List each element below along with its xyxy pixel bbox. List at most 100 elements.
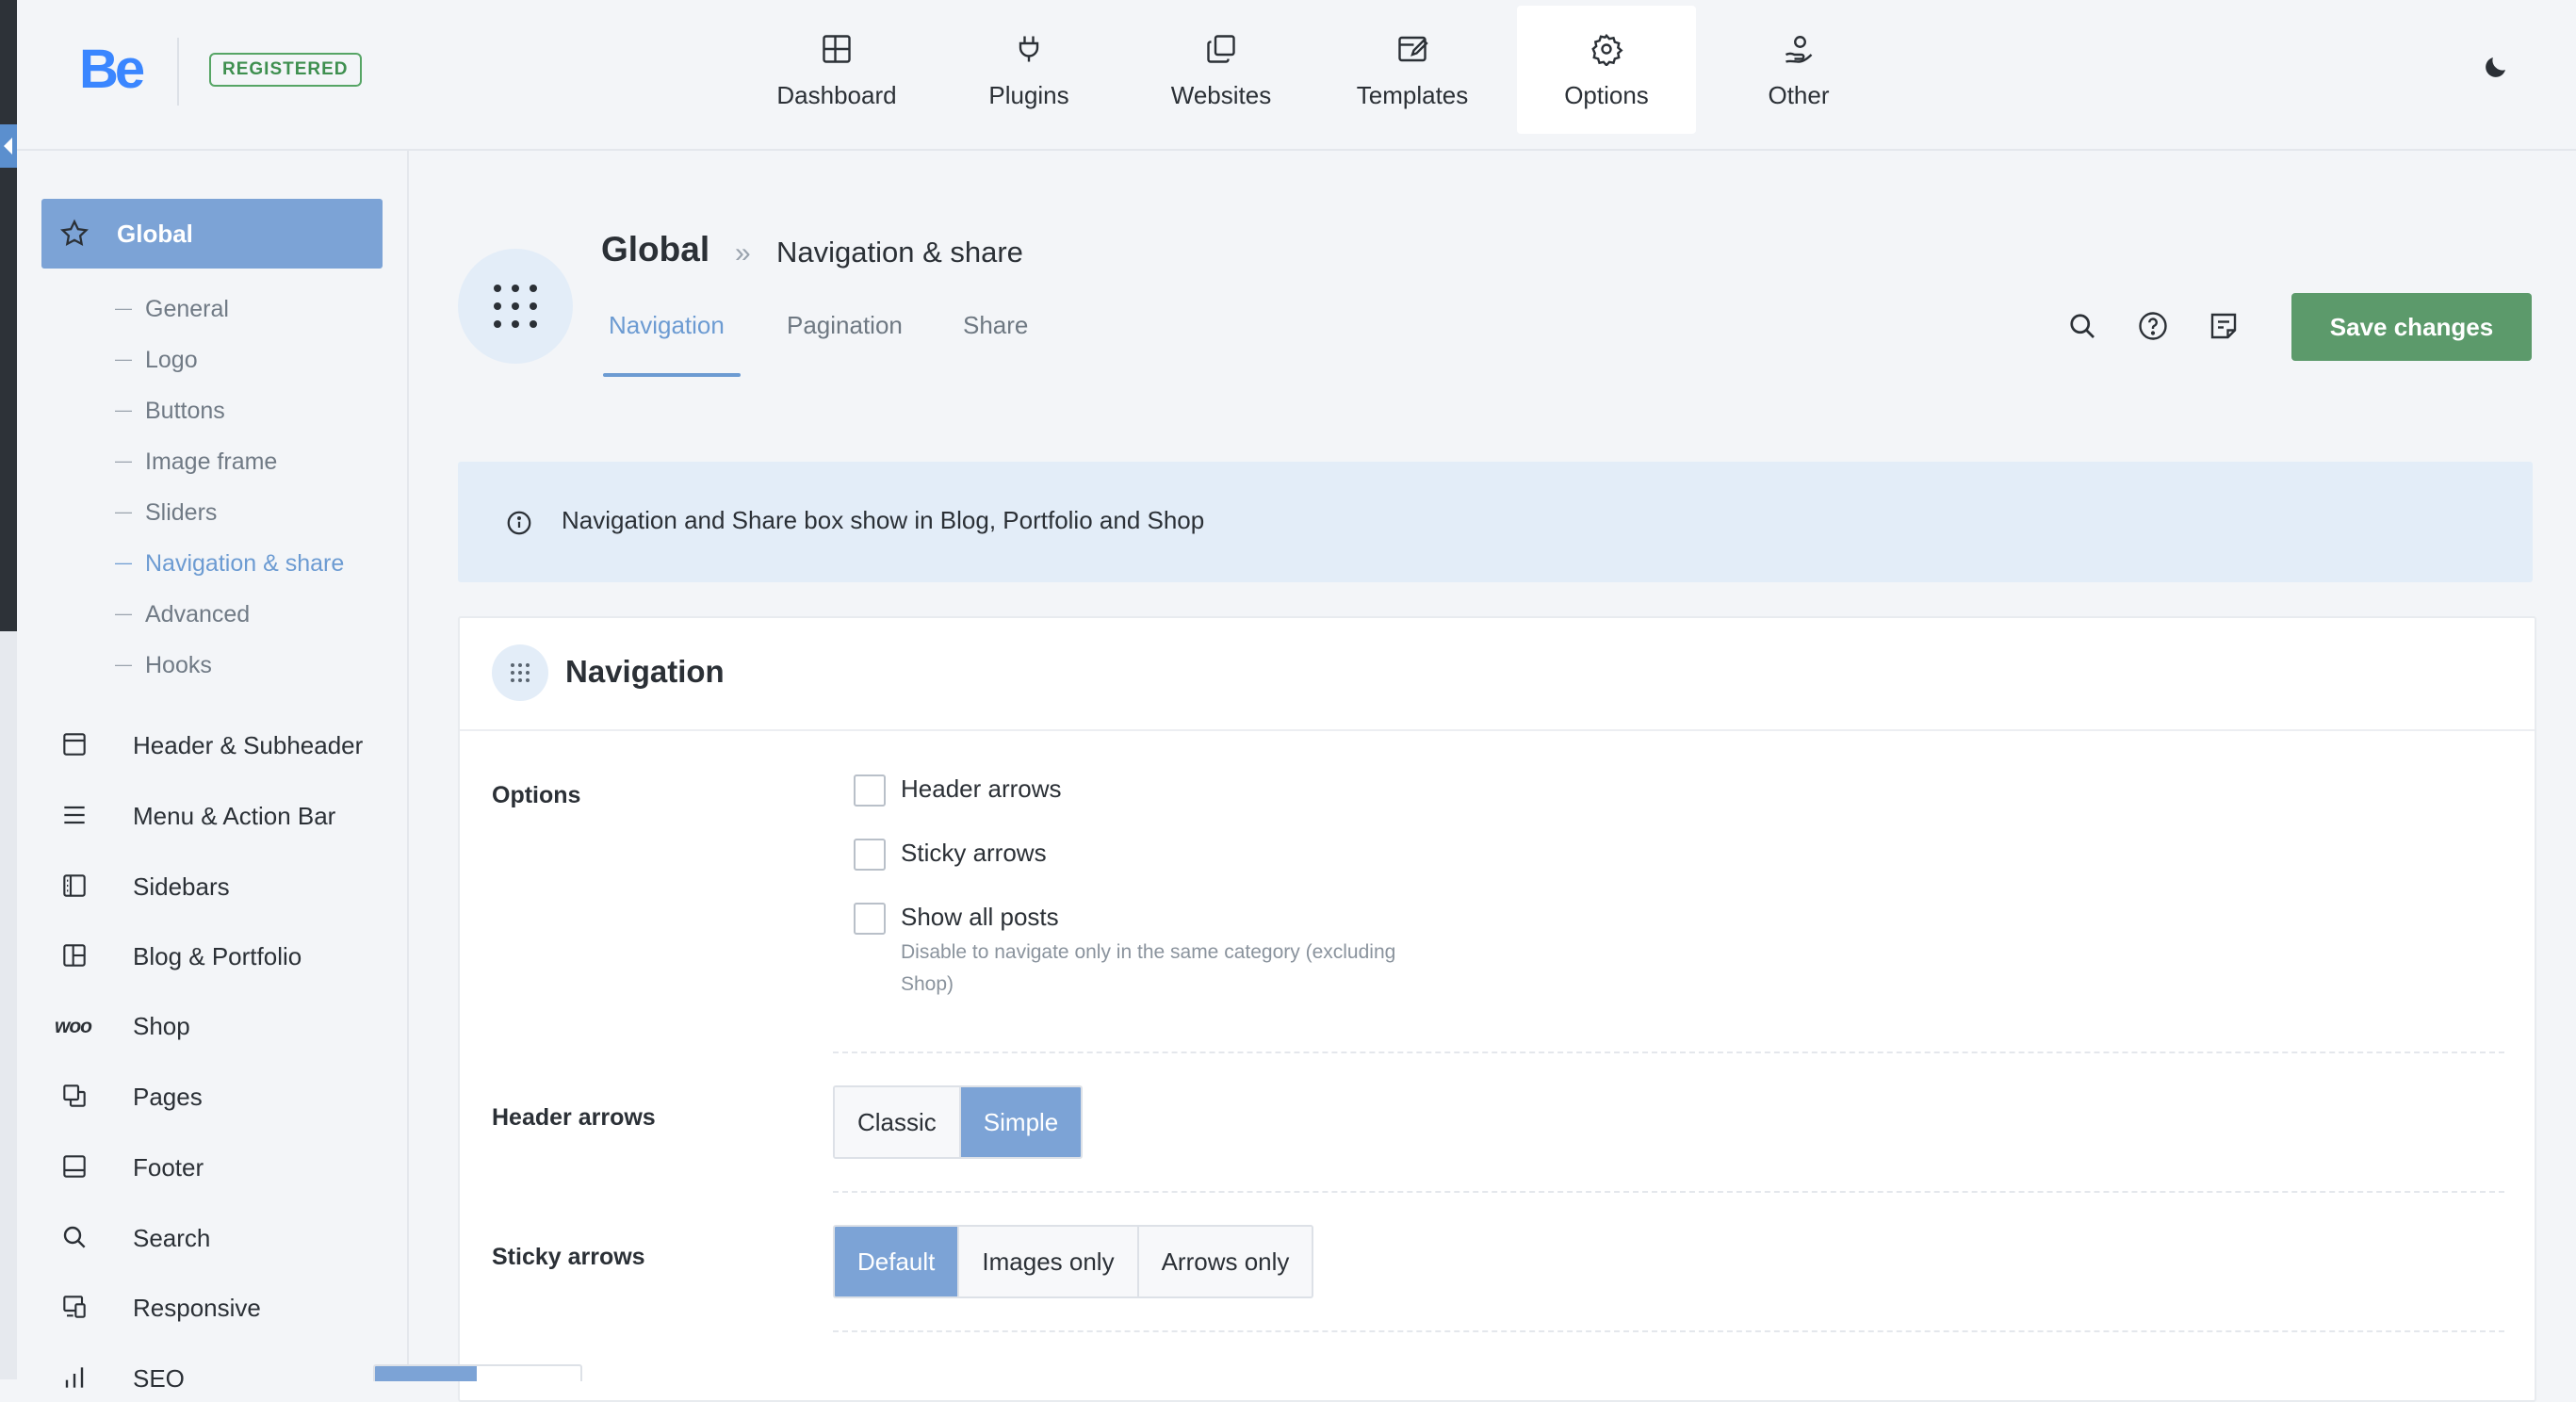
sidebar-item-responsive[interactable]: Responsive xyxy=(58,1288,398,1326)
nav-label: Websites xyxy=(1170,81,1272,109)
registered-badge: REGISTERED xyxy=(209,53,362,87)
sub-item-navigation-share[interactable]: Navigation & share xyxy=(115,550,344,578)
nav-label: Dashboard xyxy=(776,81,897,109)
search-icon xyxy=(63,1226,86,1248)
sub-item-buttons[interactable]: Buttons xyxy=(115,398,225,425)
templates-icon xyxy=(1398,36,1428,62)
nav-label: Plugins xyxy=(988,81,1069,109)
sidebar-item-search[interactable]: Search xyxy=(58,1218,398,1256)
help-icon[interactable] xyxy=(2136,309,2170,343)
navigation-card: Navigation Options Header arrows Sticky … xyxy=(458,616,2536,1402)
pages-icon xyxy=(63,1084,86,1107)
nav-websites[interactable]: Websites xyxy=(1132,6,1311,134)
option-images-only[interactable]: Images only xyxy=(959,1227,1139,1296)
top-bar: Be REGISTERED Dashboard Plugins Websites… xyxy=(17,0,2576,151)
nav-label: Other xyxy=(1768,81,1830,109)
sidebar-item-sidebars[interactable]: Sidebars xyxy=(58,867,398,905)
sidebar-item-label: Header & Subheader xyxy=(133,731,364,759)
sidebar-item-menu-action-bar[interactable]: Menu & Action Bar xyxy=(58,796,398,834)
sidebar-item-label: Search xyxy=(133,1224,211,1252)
header-arrows-checkbox[interactable] xyxy=(854,774,886,807)
sidebar-item-blog-portfolio[interactable]: Blog & Portfolio xyxy=(58,937,398,974)
hand-user-icon xyxy=(1785,36,1813,63)
window-edge xyxy=(0,0,17,1379)
option-simple[interactable]: Simple xyxy=(960,1087,1082,1157)
tab-share[interactable]: Share xyxy=(963,311,1028,340)
sub-item-advanced[interactable]: Advanced xyxy=(115,601,250,628)
option-classic[interactable]: Classic xyxy=(835,1087,961,1157)
blog-icon xyxy=(63,944,86,967)
sidebar-item-label: Pages xyxy=(133,1083,203,1111)
options-label: Options xyxy=(492,782,581,808)
card-title: Navigation xyxy=(565,654,725,689)
sidebar-item-label: Shop xyxy=(133,1012,190,1040)
header-arrows-label: Header arrows xyxy=(492,1104,656,1131)
tab-navigation[interactable]: Navigation xyxy=(609,311,725,340)
breadcrumb-parent[interactable]: Global xyxy=(601,230,709,269)
header-icon xyxy=(63,733,86,756)
row-divider xyxy=(833,1330,2504,1332)
dashboard-icon xyxy=(823,35,851,63)
card-header: Navigation xyxy=(460,618,2535,731)
sub-item-sliders[interactable]: Sliders xyxy=(115,499,217,527)
sidebar-item-pages[interactable]: Pages xyxy=(58,1077,398,1115)
search-icon[interactable] xyxy=(2065,309,2099,343)
collapse-toggle[interactable] xyxy=(0,124,17,168)
sidebar-item-header-subheader[interactable]: Header & Subheader xyxy=(58,725,398,763)
section-icon xyxy=(458,249,573,364)
dark-mode-icon[interactable] xyxy=(2482,53,2510,81)
nav-label: Options xyxy=(1564,81,1649,109)
sidebar-item-label: Footer xyxy=(133,1153,204,1182)
nav-options[interactable]: Options xyxy=(1517,6,1696,134)
option-arrows-only[interactable]: Arrows only xyxy=(1138,1227,1312,1296)
nav-dashboard[interactable]: Dashboard xyxy=(747,6,926,134)
breadcrumb-current: Navigation & share xyxy=(776,236,1023,269)
info-icon xyxy=(507,511,531,535)
info-banner: Navigation and Share box show in Blog, P… xyxy=(458,462,2533,582)
nav-plugins[interactable]: Plugins xyxy=(939,6,1118,134)
sub-item-general[interactable]: General xyxy=(115,296,229,323)
tab-pagination[interactable]: Pagination xyxy=(787,311,903,340)
sub-item-image-frame[interactable]: Image frame xyxy=(115,448,277,476)
seo-icon xyxy=(65,1367,84,1388)
logo[interactable]: Be xyxy=(79,38,145,101)
sub-item-logo[interactable]: Logo xyxy=(115,347,198,374)
checkbox-label: Sticky arrows xyxy=(901,839,1047,867)
sidebar-item-footer[interactable]: Footer xyxy=(58,1148,398,1185)
sidebar-item-label: Menu & Action Bar xyxy=(133,802,336,830)
next-selector-partial[interactable] xyxy=(373,1364,582,1381)
breadcrumb-separator: » xyxy=(735,237,751,269)
show-all-posts-checkbox[interactable] xyxy=(854,903,886,935)
sidebar-item-label: Sidebars xyxy=(133,872,230,901)
show-all-posts-hint: Disable to navigate only in the same cat… xyxy=(901,941,1396,995)
option-default[interactable]: Default xyxy=(835,1227,960,1296)
sidebar-item-global[interactable]: Global xyxy=(41,199,383,269)
nav-templates[interactable]: Templates xyxy=(1323,6,1502,134)
woo-icon: woo xyxy=(55,1016,92,1037)
star-icon xyxy=(60,219,89,247)
info-text: Navigation and Share box show in Blog, P… xyxy=(562,506,1205,534)
gear-icon xyxy=(1591,33,1623,66)
sidebar-icon xyxy=(63,874,86,897)
divider xyxy=(177,38,179,106)
plug-icon xyxy=(1019,36,1039,62)
notes-icon[interactable] xyxy=(2207,309,2241,343)
menu-icon xyxy=(64,806,85,824)
sidebar-item-shop[interactable]: woo Shop xyxy=(55,1006,398,1044)
grid-dots-icon xyxy=(492,644,548,701)
nav-other[interactable]: Other xyxy=(1709,6,1888,134)
sticky-arrows-selector: Default Images only Arrows only xyxy=(833,1225,1314,1298)
window-edge-lower xyxy=(0,631,17,1379)
sidebar-item-seo[interactable]: SEO xyxy=(58,1359,398,1396)
sidebar: Global General Logo Buttons Image frame … xyxy=(17,151,409,1393)
nav-label: Templates xyxy=(1356,81,1469,109)
sub-item-hooks[interactable]: Hooks xyxy=(115,652,212,679)
sticky-arrows-label: Sticky arrows xyxy=(492,1244,645,1270)
footer-icon xyxy=(63,1155,86,1178)
sticky-arrows-checkbox[interactable] xyxy=(854,839,886,871)
save-button[interactable]: Save changes xyxy=(2291,293,2532,361)
row-divider xyxy=(833,1191,2504,1193)
grid-dots-icon xyxy=(494,285,537,328)
sidebar-item-label: Global xyxy=(117,220,193,248)
checkbox-label: Show all posts xyxy=(901,903,1059,931)
